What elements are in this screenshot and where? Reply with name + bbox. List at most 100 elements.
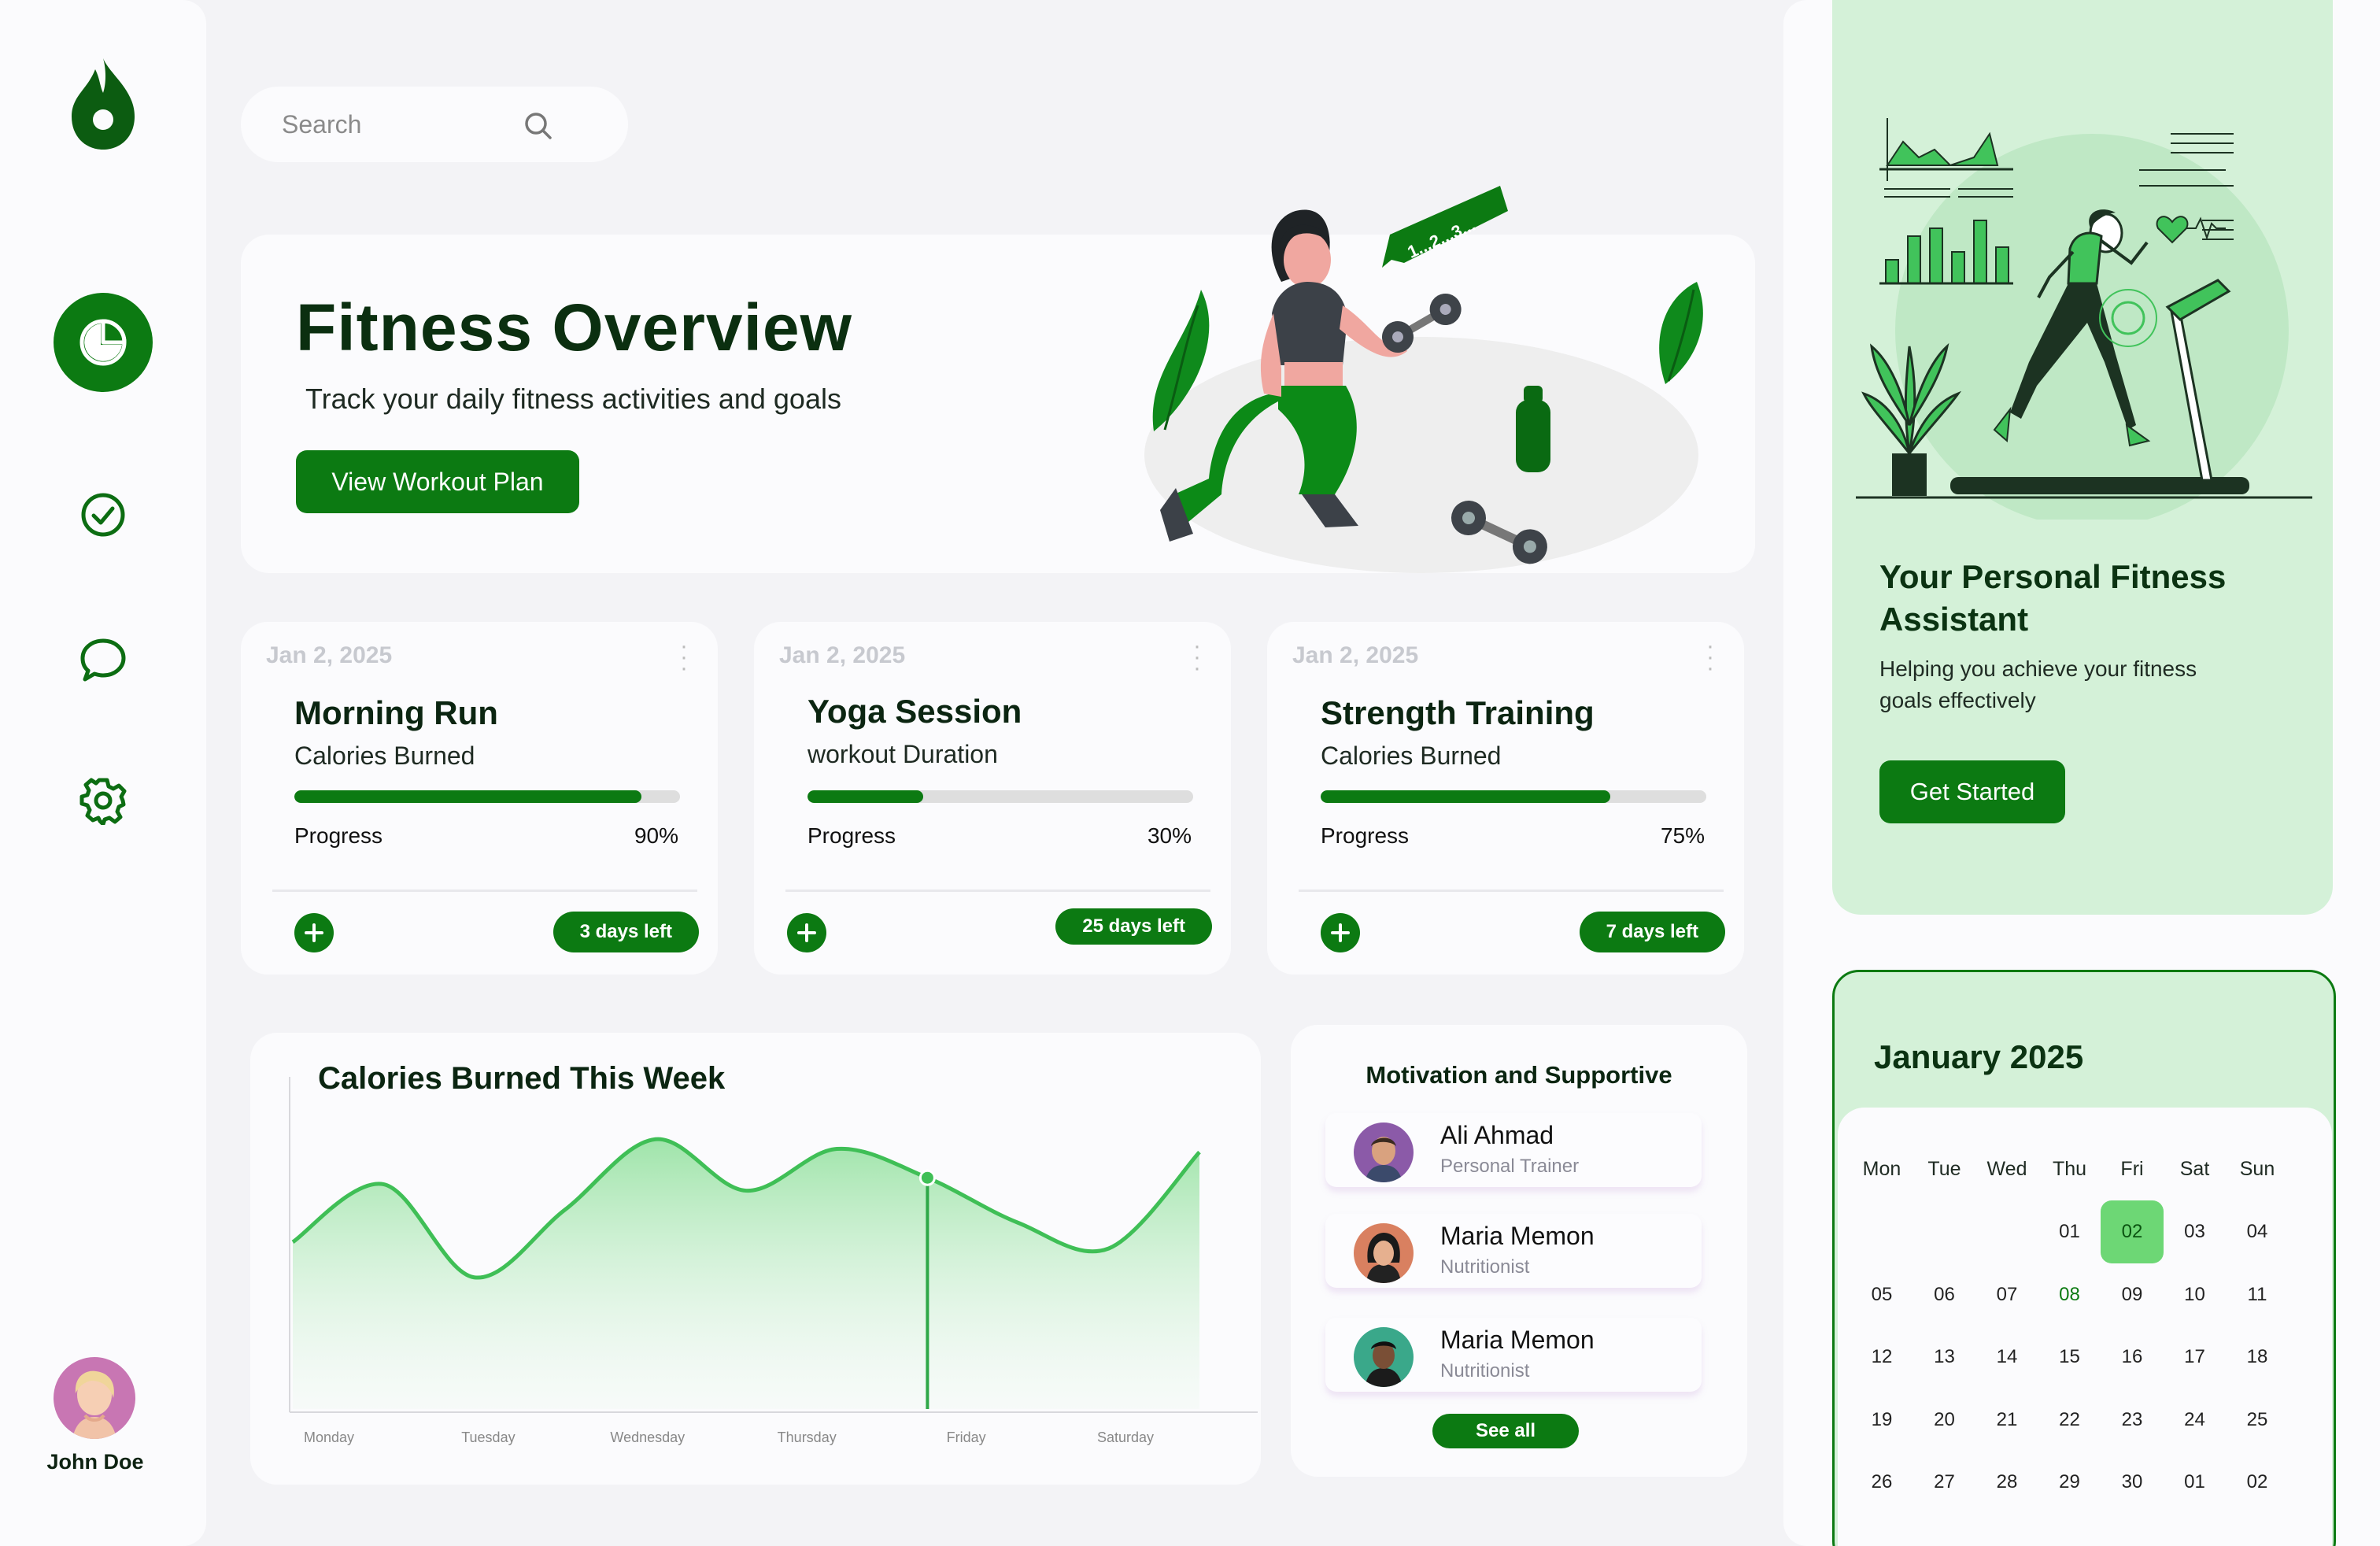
days-left-badge: 3 days left xyxy=(552,912,699,952)
x-tick-label: Monday xyxy=(304,1429,354,1445)
divider xyxy=(785,890,1210,892)
highlight-point[interactable] xyxy=(918,1169,936,1186)
x-tick-label: Tuesday xyxy=(461,1429,515,1445)
calendar-day[interactable]: 11 xyxy=(2226,1263,2289,1326)
x-tick-label: Wednesday xyxy=(610,1429,685,1445)
calendar-day[interactable]: 01 xyxy=(2164,1451,2227,1514)
calories-chart[interactable]: Monday Tuesday Wednesday Thursday Friday Satu… xyxy=(250,1033,1261,1485)
user-name: John Doe xyxy=(46,1450,144,1474)
progress-value: 75% xyxy=(1660,823,1705,848)
calendar-day[interactable]: 27 xyxy=(1913,1451,1976,1514)
calendar-day[interactable]: 04 xyxy=(2226,1200,2289,1263)
assistant-card: Your Personal Fitness Assistant Helping … xyxy=(1832,0,2333,915)
calendar-day[interactable]: 20 xyxy=(1913,1389,1976,1452)
activity-metric: workout Duration xyxy=(808,740,998,768)
activity-date: Jan 2, 2025 xyxy=(779,642,906,668)
calendar-day[interactable]: 05 xyxy=(1850,1263,1913,1326)
check-circle-icon[interactable] xyxy=(0,491,206,538)
calendar-day[interactable]: 03 xyxy=(2164,1200,2227,1263)
x-tick-label: Friday xyxy=(947,1429,986,1445)
calendar-day[interactable]: 07 xyxy=(1975,1263,2038,1326)
calories-chart-card: Monday Tuesday Wednesday Thursday Friday Satu… xyxy=(250,1033,1261,1485)
x-tick-label: Saturday xyxy=(1097,1429,1154,1445)
calendar-day[interactable]: 16 xyxy=(2101,1326,2164,1389)
activity-metric: Calories Burned xyxy=(294,742,475,770)
calendar-day[interactable]: 10 xyxy=(2164,1263,2227,1326)
progress-track xyxy=(808,790,1193,803)
more-icon[interactable]: · · · xyxy=(1706,634,1714,680)
chat-icon[interactable] xyxy=(0,636,206,685)
activity-card-morning-run[interactable]: Jan 2, 2025 · · · Morning Run Calories Bur… xyxy=(241,622,718,975)
calendar-day[interactable]: 06 xyxy=(1913,1263,1976,1326)
calendar-weekday: Fri xyxy=(2120,1158,2144,1180)
activity-metric: Calories Burned xyxy=(1321,742,1502,770)
calendar-day[interactable]: 15 xyxy=(2038,1326,2101,1389)
treadmill-illustration xyxy=(1856,118,2312,520)
days-left-badge: 25 days left xyxy=(1055,908,1212,945)
calendar-day[interactable]: 02 xyxy=(2101,1200,2164,1263)
calendar-day[interactable]: 22 xyxy=(2038,1389,2101,1452)
avatar[interactable] xyxy=(54,1357,135,1439)
activity-name: Strength Training xyxy=(1321,694,1595,731)
more-icon[interactable]: · · · xyxy=(1193,634,1201,680)
chart-title: Calories Burned This Week xyxy=(318,1061,726,1096)
gear-icon[interactable] xyxy=(0,776,206,825)
see-all-button[interactable]: See all xyxy=(1432,1414,1579,1448)
calendar-card: January 2025 Mon Tue Wed Thu Fri Sat Sun 01 02 03… xyxy=(1832,970,2336,1546)
calendar-day[interactable]: 19 xyxy=(1850,1389,1913,1452)
progress-fill xyxy=(1321,790,1610,803)
calendar-day[interactable]: 02 xyxy=(2226,1451,2289,1514)
motivation-card: Motivation and Supportive Ali Ahmad Pers… xyxy=(1291,1025,1747,1477)
progress-label: Progress xyxy=(1321,823,1410,848)
progress-value: 30% xyxy=(1147,823,1192,848)
area-fill xyxy=(293,1139,1199,1409)
list-item-person[interactable]: Ali Ahmad Personal Trainer xyxy=(1325,1113,1702,1187)
calendar-day[interactable]: 28 xyxy=(1975,1451,2038,1514)
plus-icon xyxy=(797,923,816,942)
calendar-day[interactable]: 08 xyxy=(2038,1263,2101,1326)
search-icon[interactable] xyxy=(523,110,554,146)
search-bar xyxy=(241,87,628,162)
calendar-day[interactable]: 09 xyxy=(2101,1263,2164,1326)
activity-card-yoga-session[interactable]: Jan 2, 2025 · · · Yoga Session workout Dur… xyxy=(754,622,1231,975)
x-tick-label: Thursday xyxy=(778,1429,837,1445)
calendar-day[interactable]: 17 xyxy=(2164,1326,2227,1389)
calendar-day[interactable]: 14 xyxy=(1975,1326,2038,1389)
search-input[interactable] xyxy=(282,102,541,146)
view-workout-plan-button[interactable]: View Workout Plan xyxy=(296,450,579,513)
calendar-day[interactable]: 12 xyxy=(1850,1326,1913,1389)
hero-card: Fitness Overview Track your daily fitnes… xyxy=(241,186,1755,573)
progress-label: Progress xyxy=(808,823,896,848)
motivation-title: Motivation and Supportive xyxy=(1366,1061,1672,1089)
calendar-day[interactable]: 18 xyxy=(2226,1326,2289,1389)
sidebar-item-dashboard[interactable] xyxy=(0,293,206,392)
calendar-day[interactable]: 23 xyxy=(2101,1389,2164,1452)
get-started-button[interactable]: Get Started xyxy=(1879,760,2065,823)
activity-card-strength-training[interactable]: Jan 2, 2025 · · · Strength Training Calori… xyxy=(1267,622,1744,975)
calendar-day[interactable]: 26 xyxy=(1850,1451,1913,1514)
calendar-day[interactable]: 29 xyxy=(2038,1451,2101,1514)
avatar xyxy=(1354,1327,1414,1387)
more-icon[interactable]: · · · xyxy=(680,634,688,680)
calendar-day[interactable]: 24 xyxy=(2164,1389,2227,1452)
progress-value: 90% xyxy=(634,823,678,848)
list-item-person[interactable]: Maria Memon Nutritionist xyxy=(1325,1318,1702,1392)
list-item-person[interactable]: Maria Memon Nutritionist xyxy=(1325,1214,1702,1288)
person-role: Personal Trainer xyxy=(1440,1156,1580,1177)
calendar-title: January 2025 xyxy=(1874,1038,2084,1075)
person-name: Maria Memon xyxy=(1440,1326,1595,1354)
flame-icon[interactable] xyxy=(0,55,206,153)
add-button[interactable] xyxy=(1321,913,1360,952)
calendar-day[interactable]: 21 xyxy=(1975,1389,2038,1452)
add-button[interactable] xyxy=(787,913,826,952)
calendar-day[interactable]: 25 xyxy=(2226,1389,2289,1452)
calendar-day[interactable]: 13 xyxy=(1913,1326,1976,1389)
calendar-day[interactable]: 30 xyxy=(2101,1451,2164,1514)
calendar-day[interactable]: 01 xyxy=(2038,1200,2101,1263)
person-role: Nutritionist xyxy=(1440,1360,1530,1381)
activity-date: Jan 2, 2025 xyxy=(1292,642,1419,668)
add-button[interactable] xyxy=(294,913,334,952)
sidebar: John Doe xyxy=(0,0,206,1546)
progress-track xyxy=(294,790,680,803)
workout-illustration: 1...2...3... xyxy=(1144,186,1703,573)
